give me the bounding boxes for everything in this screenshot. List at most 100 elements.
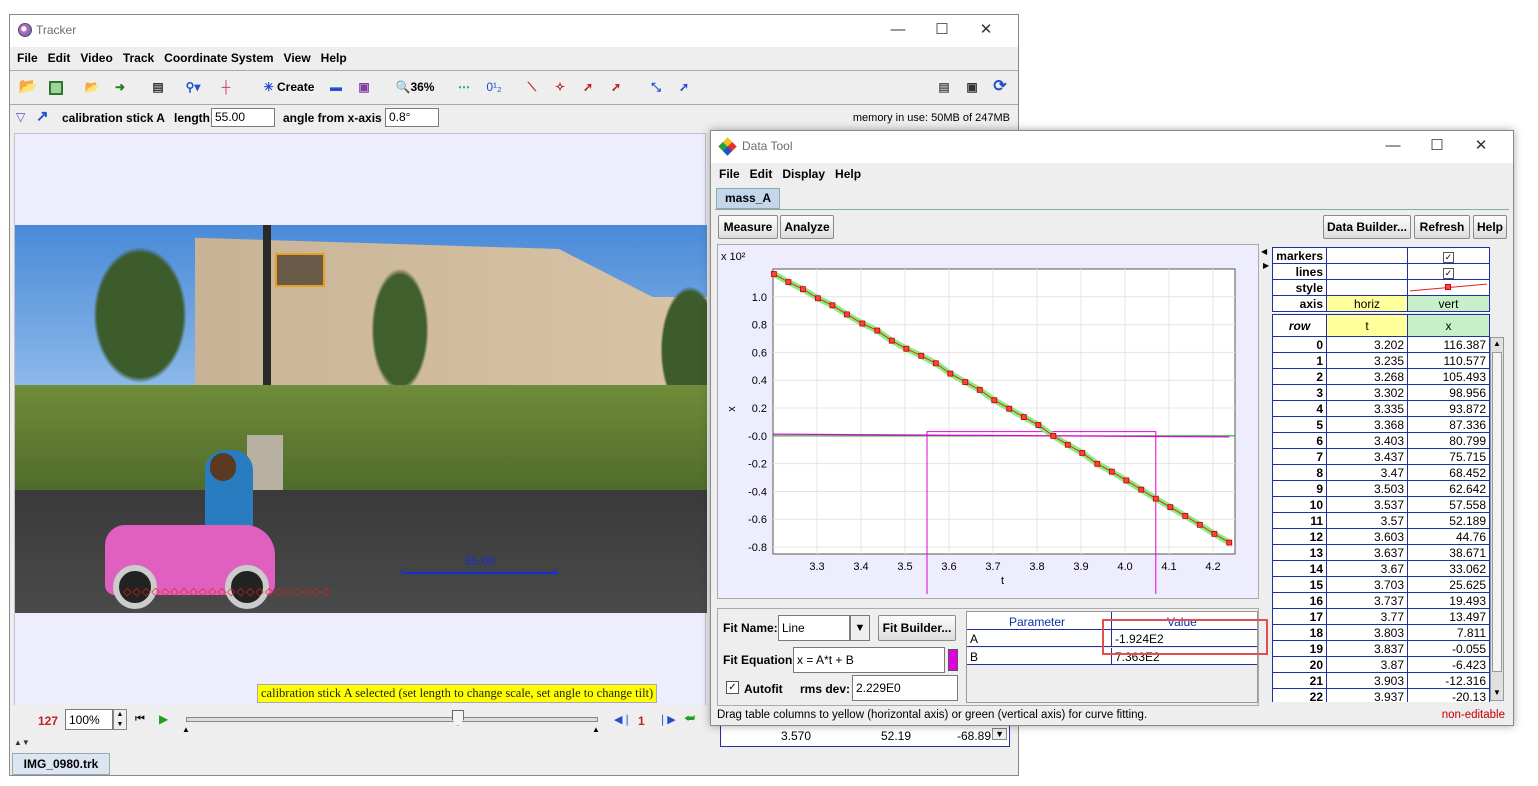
datatool-minimize-button[interactable]: — <box>1371 134 1415 158</box>
menu-view[interactable]: View <box>279 47 316 65</box>
col-header-x[interactable]: x <box>1407 314 1490 337</box>
ruler-icon[interactable]: ▬ <box>326 75 346 99</box>
reset-icon[interactable]: ⏮ <box>135 713 145 726</box>
table-row[interactable]: 8 3.47 68.452 <box>1272 464 1490 481</box>
open-folder-icon[interactable]: 📂 <box>18 75 38 99</box>
clip-settings-icon[interactable]: ▤ <box>148 75 168 99</box>
play-icon[interactable]: ▶ <box>159 712 168 726</box>
table-row[interactable]: 16 3.737 19.493 <box>1272 592 1490 609</box>
video-panel[interactable]: ◇◇◇◇◇◇◇◇◇◇◇◇◇◇◇◇◇◇◇◇◇◇ + + 55.00 calibra… <box>14 133 707 721</box>
path-icon[interactable]: ⋯ <box>454 75 474 99</box>
menu-track[interactable]: Track <box>118 47 159 65</box>
scroll-thumb[interactable] <box>1492 352 1502 672</box>
refresh-icon[interactable]: ⟳ <box>990 75 1010 99</box>
frame-slider-track[interactable] <box>186 717 598 722</box>
fit-name-select[interactable]: Line <box>778 615 850 641</box>
datatool-maximize-button[interactable]: ☐ <box>1415 134 1459 158</box>
table-row[interactable]: 13 3.637 38.671 <box>1272 544 1490 561</box>
menu-coordinate-system[interactable]: Coordinate System <box>159 47 278 65</box>
line-icon[interactable]: ⟍ <box>522 75 542 99</box>
create-button[interactable]: ✳ Create <box>256 75 322 99</box>
fit-color-swatch[interactable] <box>948 649 958 671</box>
velocity-icon[interactable]: ➚ <box>578 75 598 99</box>
menu-help[interactable]: Help <box>316 47 352 65</box>
save-icon[interactable] <box>46 75 66 99</box>
hidden-row-scroll-down[interactable]: ▼ <box>992 728 1007 740</box>
table-row[interactable]: 7 3.437 75.715 <box>1272 448 1490 465</box>
table-row[interactable]: 22 3.937 -20.13 <box>1272 688 1490 702</box>
dropdown-triangle-icon[interactable]: ▽ <box>16 110 25 124</box>
menu-file[interactable]: File <box>12 47 43 65</box>
zoom-button[interactable]: 🔍36% <box>390 75 440 99</box>
table-row[interactable]: 17 3.77 13.497 <box>1272 608 1490 625</box>
scroll-up-icon[interactable]: ▲ <box>1493 339 1501 348</box>
import-icon[interactable]: ➜ <box>110 75 130 99</box>
tracker-titlebar[interactable]: Tracker — ☐ ✕ <box>10 15 1018 47</box>
calibration-icon[interactable]: ⚲▾ <box>178 75 208 99</box>
step-back-icon[interactable]: ◀❘ <box>614 713 632 726</box>
prop-markers-x-checkbox[interactable]: ✓ <box>1407 247 1490 264</box>
table-row[interactable]: 18 3.803 7.811 <box>1272 624 1490 641</box>
plot-svg[interactable]: 3.3 3.4 3.5 3.6 3.7 3.8 3.9 4.0 4.1 4.2 1.0 0.8 0.6 0… <box>718 245 1260 600</box>
fit-name-dropdown[interactable]: ▼ <box>850 615 870 641</box>
table-row[interactable]: 9 3.503 62.642 <box>1272 480 1490 497</box>
table-row[interactable]: 5 3.368 87.336 <box>1272 416 1490 433</box>
fit-equation-field[interactable]: x = A*t + B <box>793 647 945 673</box>
axis-vert[interactable]: vert <box>1407 295 1490 312</box>
file-tab[interactable]: IMG_0980.trk <box>12 753 110 775</box>
table-row[interactable]: 15 3.703 25.625 <box>1272 576 1490 593</box>
autofit-checkbox[interactable]: ✓ <box>726 681 739 694</box>
length-field[interactable]: 55.00 <box>211 108 275 127</box>
dt-menu-edit[interactable]: Edit <box>745 163 778 181</box>
stick-end-left[interactable]: + <box>399 564 407 579</box>
zoom-spinner-arrows[interactable]: ▲ ▼ <box>113 709 127 730</box>
table-row[interactable]: 10 3.537 57.558 <box>1272 496 1490 513</box>
position-icon[interactable]: ✧ <box>550 75 570 99</box>
table-row[interactable]: 0 3.202 116.387 <box>1272 336 1490 353</box>
table-row[interactable]: 1 3.235 110.577 <box>1272 352 1490 369</box>
menu-video[interactable]: Video <box>75 47 117 65</box>
dataset-label-button[interactable]: 0¹₂ <box>482 75 506 99</box>
stick-end-right[interactable]: + <box>551 564 559 579</box>
scroll-down-icon[interactable]: ▼ <box>1493 688 1501 697</box>
collapse-arrows[interactable]: ▲▼ <box>14 738 30 747</box>
cm-icon[interactable]: ⤡ <box>646 75 666 99</box>
track-markers[interactable]: ◇◇◇◇◇◇◇◇◇◇◇◇◇◇◇◇◇◇◇◇◇◇ <box>123 585 413 601</box>
info-icon[interactable]: ▣ <box>962 75 982 99</box>
maximize-button[interactable]: ☐ <box>920 18 964 42</box>
table-scrollbar[interactable]: ▲ ▼ <box>1490 337 1504 701</box>
plot-panel[interactable]: 3.3 3.4 3.5 3.6 3.7 3.8 3.9 4.0 4.1 4.2 1.0 0.8 0.6 0… <box>717 244 1259 599</box>
datatool-close-button[interactable]: ✕ <box>1459 134 1503 158</box>
angle-field[interactable]: 0.8° <box>385 108 439 127</box>
menu-edit[interactable]: Edit <box>43 47 76 65</box>
step-forward-icon[interactable]: ❘▶ <box>658 713 676 726</box>
analyze-button[interactable]: Analyze <box>780 215 834 239</box>
minimize-button[interactable]: — <box>876 18 920 42</box>
zoom-spinner[interactable]: 100% <box>65 709 113 730</box>
data-builder-button[interactable]: Data Builder... <box>1323 215 1411 239</box>
table-row[interactable]: 20 3.87 -6.423 <box>1272 656 1490 673</box>
dt-menu-display[interactable]: Display <box>777 163 830 181</box>
fit-builder-button[interactable]: Fit Builder... <box>878 615 956 641</box>
measure-button[interactable]: Measure <box>718 215 778 239</box>
table-row[interactable]: 11 3.57 52.189 <box>1272 512 1490 529</box>
split-right-arrow[interactable]: ▶ <box>1263 261 1269 270</box>
close-button[interactable]: ✕ <box>964 18 1008 42</box>
loop-icon[interactable]: ⮨ <box>684 711 695 726</box>
help-button[interactable]: Help <box>1473 215 1507 239</box>
table-row[interactable]: 6 3.403 80.799 <box>1272 432 1490 449</box>
table-row[interactable]: 21 3.903 -12.316 <box>1272 672 1490 689</box>
prop-lines-x-checkbox[interactable]: ✓ <box>1407 263 1490 280</box>
table-row[interactable]: 4 3.335 93.872 <box>1272 400 1490 417</box>
split-left-arrow[interactable]: ◀ <box>1261 247 1267 256</box>
dt-menu-file[interactable]: File <box>714 163 745 181</box>
prop-style-x[interactable] <box>1407 279 1490 296</box>
step-size[interactable]: 1 <box>638 714 645 728</box>
col-header-t[interactable]: t <box>1326 314 1408 337</box>
tab-mass-a[interactable]: mass_A <box>716 188 780 209</box>
calibration-stick[interactable] <box>405 572 557 574</box>
table-row[interactable]: 19 3.837 -0.055 <box>1272 640 1490 657</box>
datatool-titlebar[interactable]: Data Tool — ☐ ✕ <box>711 131 1513 163</box>
table-row[interactable]: 14 3.67 33.062 <box>1272 560 1490 577</box>
dt-menu-help[interactable]: Help <box>830 163 866 181</box>
